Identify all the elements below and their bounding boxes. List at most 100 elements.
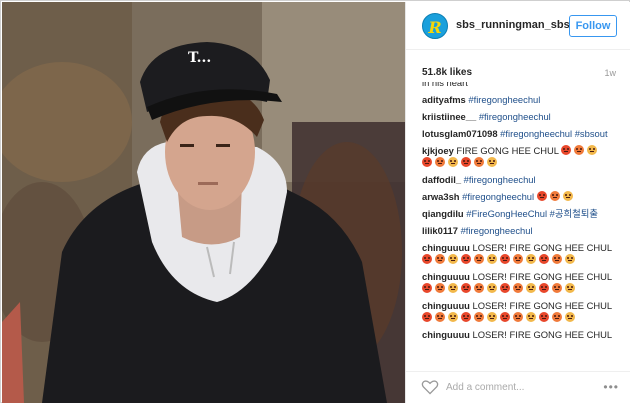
comment-item: chinguuuu LOSER! FIRE GONG HEE CHUL <box>422 329 622 341</box>
angry-face-emoji-icon <box>549 191 560 201</box>
angry-face-emoji-icon <box>562 191 573 201</box>
comment-username[interactable]: chinguuuu <box>422 271 470 282</box>
post-footer: Add a comment... ••• <box>406 371 630 403</box>
comment-text: LOSER! FIRE GONG HEE CHUL <box>472 300 613 311</box>
angry-face-emoji-icon <box>539 254 549 264</box>
angry-face-emoji-icon <box>448 283 458 293</box>
angry-face-emoji-icon <box>513 254 523 264</box>
comment-item: chinguuuu LOSER! FIRE GONG HEE CHUL <box>422 242 622 266</box>
heart-icon[interactable] <box>421 379 439 395</box>
angry-face-emoji-icon <box>487 157 497 167</box>
angry-face-emoji-icon <box>435 312 445 322</box>
angry-face-emoji-icon <box>474 312 484 322</box>
avatar[interactable]: R <box>422 13 448 39</box>
post-time[interactable]: 1w <box>604 68 616 78</box>
angry-face-emoji-icon <box>474 254 484 264</box>
comment-username[interactable]: kjkjoey <box>422 145 454 156</box>
comment-item: lilik0117 #firegongheechul <box>422 225 622 237</box>
comments-list[interactable]: in his heart adityafms #firegongheechul kr… <box>422 82 622 368</box>
comment-username[interactable]: lotusglam071098 <box>422 128 498 139</box>
angry-face-emoji-icon <box>422 157 432 167</box>
comment-item: chinguuuu LOSER! FIRE GONG HEE CHUL <box>422 300 622 324</box>
likes-count[interactable]: 51.8k likes <box>422 67 472 78</box>
angry-face-emoji-icon <box>565 283 575 293</box>
comment-hashtag[interactable]: #firegongheechul #sbsout <box>500 128 607 139</box>
angry-face-emoji-icon <box>461 312 471 322</box>
comment-username[interactable]: chinguuuu <box>422 329 470 340</box>
comment-item: chinguuuu LOSER! FIRE GONG HEE CHUL <box>422 271 622 295</box>
comment-username[interactable]: qiangdilu <box>422 208 464 219</box>
angry-face-emoji-icon <box>513 312 523 322</box>
post-photo[interactable]: T... <box>2 2 405 403</box>
comment-username[interactable]: adityafms <box>422 94 466 105</box>
comment-item: arwa3sh #firegongheechul <box>422 191 622 203</box>
comment-item: in his heart <box>422 82 622 89</box>
angry-face-emoji-icon <box>552 254 562 264</box>
angry-face-emoji-icon <box>561 145 572 155</box>
angry-face-emoji-icon <box>461 157 471 167</box>
comment-text: LOSER! FIRE GONG HEE CHUL <box>472 329 613 340</box>
angry-face-emoji-icon <box>435 157 445 167</box>
comment-hashtag[interactable]: #firegongheechul <box>461 225 533 236</box>
cap-logo-text: T... <box>188 50 212 66</box>
comment-item: adityafms #firegongheechul <box>422 94 622 106</box>
comment-username[interactable]: arwa3sh <box>422 191 460 202</box>
comment-username[interactable]: kriistiinee__ <box>422 111 476 122</box>
angry-face-emoji-icon <box>565 254 575 264</box>
comment-text: FIRE GONG HEE CHUL <box>456 145 559 156</box>
emoji-row <box>422 157 622 169</box>
comment-hashtag[interactable]: #firegongheechul <box>468 94 540 105</box>
angry-face-emoji-icon <box>448 157 458 167</box>
angry-face-emoji-icon <box>474 157 484 167</box>
angry-face-emoji-icon <box>539 312 549 322</box>
angry-face-emoji-icon <box>422 254 432 264</box>
angry-face-emoji-icon <box>461 254 471 264</box>
comment-username[interactable]: chinguuuu <box>422 242 470 253</box>
angry-face-emoji-icon <box>448 312 458 322</box>
comment-item: qiangdilu #FireGongHeeChul #공희철퇴출 <box>422 208 622 220</box>
angry-face-emoji-icon <box>536 191 547 201</box>
angry-face-emoji-icon <box>435 254 445 264</box>
comment-username[interactable]: daffodil_ <box>422 174 461 185</box>
comment-hashtag[interactable]: #firegongheechul <box>464 174 536 185</box>
comment-hashtag[interactable]: #FireGongHeeChul #공희철퇴출 <box>466 208 598 219</box>
comment-text: LOSER! FIRE GONG HEE CHUL <box>472 242 613 253</box>
comment-username[interactable]: chinguuuu <box>422 300 470 311</box>
angry-face-emoji-icon <box>422 312 432 322</box>
angry-face-emoji-icon <box>422 283 432 293</box>
angry-face-emoji-icon <box>487 312 497 322</box>
angry-face-emoji-icon <box>474 283 484 293</box>
angry-face-emoji-icon <box>526 283 536 293</box>
comment-item: kriistiinee__ #firegongheechul <box>422 111 622 123</box>
comment-item: daffodil_ #firegongheechul <box>422 174 622 186</box>
angry-face-emoji-icon <box>587 145 598 155</box>
emoji-row <box>422 254 622 266</box>
angry-face-emoji-icon <box>487 254 497 264</box>
angry-face-emoji-icon <box>500 312 510 322</box>
comment-text: LOSER! FIRE GONG HEE CHUL <box>472 271 613 282</box>
more-options-icon[interactable]: ••• <box>603 380 619 394</box>
angry-face-emoji-icon <box>500 254 510 264</box>
follow-button[interactable]: Follow <box>569 15 617 37</box>
angry-face-emoji-icon <box>539 283 549 293</box>
angry-face-emoji-icon <box>574 145 585 155</box>
angry-face-emoji-icon <box>565 312 575 322</box>
username-link[interactable]: sbs_runningman_sbs <box>456 19 570 31</box>
angry-face-emoji-icon <box>552 283 562 293</box>
comment-item: lotusglam071098 #firegongheechul #sbsout <box>422 128 622 140</box>
angry-face-emoji-icon <box>461 283 471 293</box>
add-comment-input[interactable]: Add a comment... <box>446 382 524 393</box>
angry-face-emoji-icon <box>552 312 562 322</box>
post-side-panel: R sbs_runningman_sbs Follow 51.8k likes … <box>405 2 630 403</box>
angry-face-emoji-icon <box>448 254 458 264</box>
emoji-row <box>422 312 622 324</box>
instagram-post: T... R sbs_runningman_sbs Follow 51.8k l… <box>0 0 630 403</box>
post-header: R sbs_runningman_sbs Follow <box>406 2 630 50</box>
avatar-logo: R <box>428 18 442 37</box>
emoji-row <box>422 283 622 295</box>
comment-hashtag[interactable]: #firegongheechul <box>462 191 534 202</box>
angry-face-emoji-icon <box>526 312 536 322</box>
comment-username[interactable]: lilik0117 <box>422 225 458 236</box>
angry-face-emoji-icon <box>487 283 497 293</box>
comment-hashtag[interactable]: #firegongheechul <box>479 111 551 122</box>
